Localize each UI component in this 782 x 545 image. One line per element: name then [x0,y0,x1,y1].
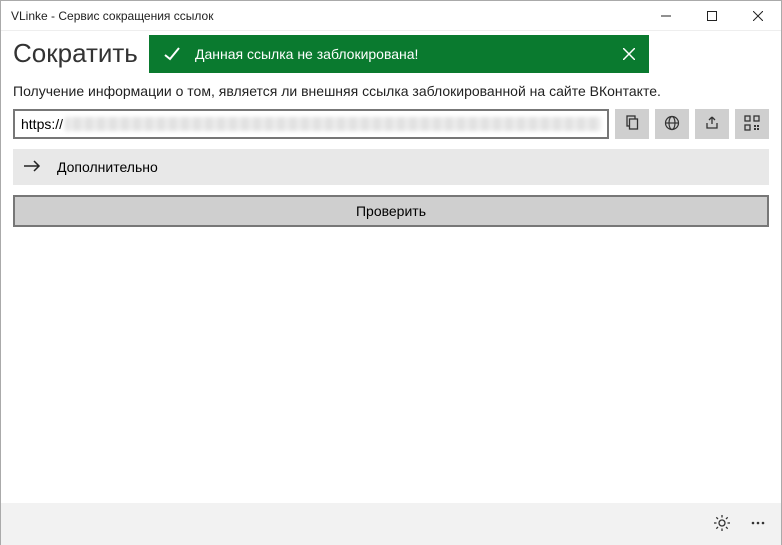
check-button-label: Проверить [356,203,426,219]
minimize-button[interactable] [643,1,689,31]
banner-close-icon[interactable] [623,48,635,60]
page-description: Получение информации о том, является ли … [1,75,781,109]
qr-icon [744,115,760,134]
header-row: Сократить Данная ссылка не заблокирована… [1,31,781,75]
arrow-right-icon [23,159,41,176]
copy-icon [624,115,640,134]
maximize-button[interactable] [689,1,735,31]
close-button[interactable] [735,1,781,31]
advanced-expander[interactable]: Дополнительно [13,149,769,185]
check-button[interactable]: Проверить [13,195,769,227]
url-blurred [65,117,601,131]
window-title: VLinke - Сервис сокращения ссылок [1,9,643,23]
url-input[interactable]: https:// [13,109,609,139]
share-button[interactable] [695,109,729,139]
page-title: Сократить [13,38,138,69]
banner-message: Данная ссылка не заблокирована! [195,46,623,62]
open-browser-button[interactable] [655,109,689,139]
titlebar: VLinke - Сервис сокращения ссылок [1,1,781,31]
check-icon [163,45,181,63]
expander-label: Дополнительно [57,159,158,175]
url-row: https:// [1,109,781,139]
settings-button[interactable] [713,514,731,535]
bottombar [1,503,781,545]
gear-icon [713,514,731,535]
qr-button[interactable] [735,109,769,139]
globe-icon [664,115,680,134]
more-icon [749,514,767,535]
url-prefix: https:// [21,116,63,132]
more-button[interactable] [749,514,767,535]
copy-button[interactable] [615,109,649,139]
status-banner: Данная ссылка не заблокирована! [149,35,649,73]
share-icon [704,115,720,134]
